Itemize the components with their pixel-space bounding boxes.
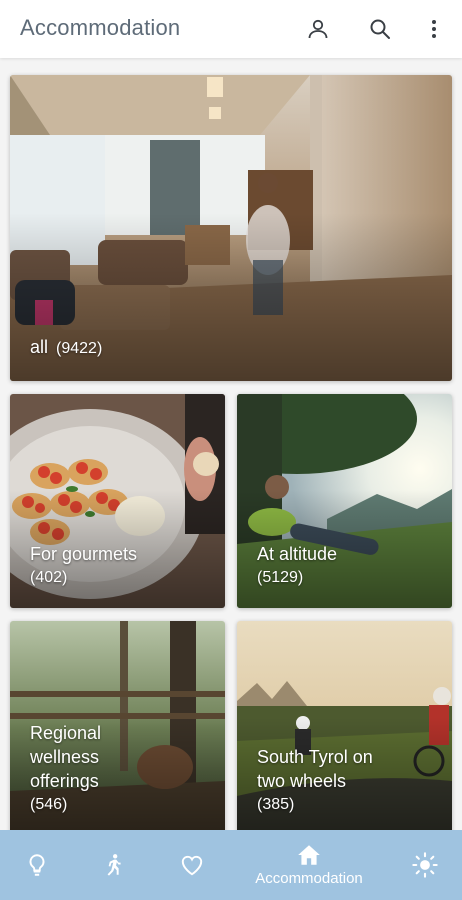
running-person-icon [107, 854, 121, 876]
heart-icon [181, 855, 203, 876]
nav-item-activities[interactable] [88, 830, 138, 900]
category-card-wellness[interactable]: Regional wellness offerings (546) [10, 621, 225, 835]
lightbulb-icon [29, 854, 45, 876]
card-title: all [30, 337, 49, 357]
app-bar: Accommodation [0, 0, 462, 58]
card-count: (546) [30, 796, 68, 813]
more-options-button[interactable] [416, 11, 452, 47]
user-icon [308, 19, 328, 39]
nav-item-accommodation[interactable]: Accommodation [236, 830, 382, 900]
card-caption: all (9422) [30, 335, 102, 361]
bottom-navigation: Accommodation [0, 830, 462, 900]
nav-item-weather[interactable] [398, 830, 452, 900]
search-button[interactable] [362, 11, 398, 47]
card-count: (5129) [257, 569, 304, 586]
nav-item-favorites[interactable] [166, 830, 218, 900]
card-count: (385) [257, 796, 295, 813]
more-vert-icon [432, 20, 436, 38]
card-title: For gourmets [30, 544, 138, 564]
card-title: At altitude [257, 544, 338, 564]
card-caption: Regional wellness offerings (546) [30, 721, 101, 817]
user-button[interactable] [300, 11, 336, 47]
card-caption: For gourmets (402) [30, 542, 137, 590]
card-title: South Tyrol on two wheels [257, 747, 373, 791]
card-caption: South Tyrol on two wheels (385) [257, 745, 373, 817]
sun-icon [412, 852, 438, 878]
page-title: Accommodation [20, 15, 181, 40]
category-card-altitude[interactable]: At altitude (5129) [237, 394, 452, 608]
category-grid: all (9422) For gourmets (402) At altitud… [0, 58, 462, 835]
card-count: (9422) [56, 340, 103, 357]
card-caption: At altitude (5129) [257, 542, 337, 590]
category-card-gourmets[interactable]: For gourmets (402) [10, 394, 225, 608]
search-icon [370, 19, 390, 39]
category-card-all[interactable]: all (9422) [10, 75, 452, 381]
card-count: (402) [30, 569, 68, 586]
category-card-cycling[interactable]: South Tyrol on two wheels (385) [237, 621, 452, 835]
home-icon [298, 845, 320, 865]
nav-item-ideas[interactable] [12, 830, 62, 900]
nav-item-label: Accommodation [255, 870, 363, 887]
card-title: Regional wellness offerings [30, 723, 102, 791]
